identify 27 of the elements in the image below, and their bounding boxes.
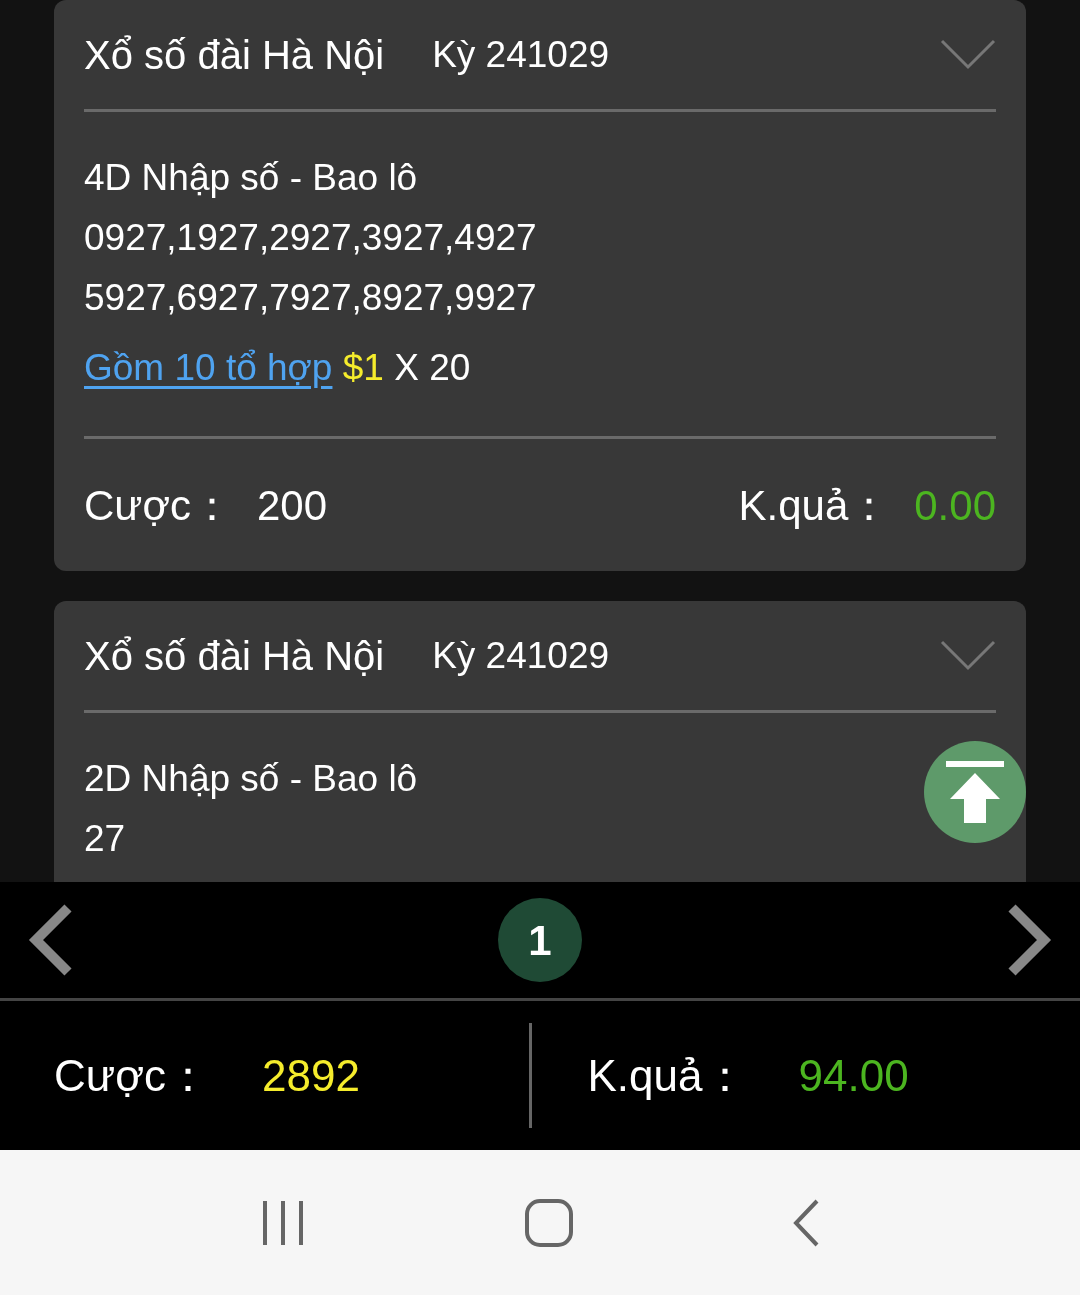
period-number: Kỳ 241029 bbox=[432, 32, 610, 77]
lottery-name: Xổ số đài Hà Nội bbox=[84, 31, 385, 79]
bet-numbers: 5927,6927,7927,8927,9927 bbox=[84, 276, 537, 320]
total-bet-amount: 2892 bbox=[262, 1049, 360, 1102]
bet-numbers: 0927,1927,2927,3927,4927 bbox=[84, 216, 537, 260]
upload-arrow-icon bbox=[944, 759, 1006, 825]
bet-numbers: 27 bbox=[84, 817, 126, 861]
bet-type: 2D Nhập số - Bao lô bbox=[84, 757, 418, 801]
total-bet-label: Cược： bbox=[54, 1049, 211, 1102]
bet-amount: 200 bbox=[257, 480, 328, 531]
home-button[interactable] bbox=[524, 1197, 574, 1248]
previous-page-button[interactable] bbox=[28, 904, 74, 976]
combination-link[interactable]: Gồm 10 tổ hợp bbox=[84, 347, 333, 388]
lottery-name: Xổ số đài Hà Nội bbox=[84, 632, 385, 680]
multiplier: X 20 bbox=[394, 347, 471, 388]
next-page-button[interactable] bbox=[1006, 904, 1052, 976]
total-result-label: K.quả： bbox=[587, 1049, 747, 1102]
chevron-down-icon[interactable] bbox=[940, 639, 996, 672]
result-amount: 0.00 bbox=[914, 480, 996, 531]
unit-price: $1 bbox=[342, 347, 384, 388]
period-number: Kỳ 241029 bbox=[432, 633, 610, 678]
result-label: K.quả： bbox=[738, 480, 891, 531]
bet-label: Cược： bbox=[84, 480, 233, 531]
page-button[interactable]: 1 bbox=[498, 898, 582, 982]
total-result-amount: 94.00 bbox=[798, 1049, 909, 1102]
chevron-down-icon[interactable] bbox=[940, 38, 996, 71]
bet-type: 4D Nhập số - Bao lô bbox=[84, 156, 418, 200]
